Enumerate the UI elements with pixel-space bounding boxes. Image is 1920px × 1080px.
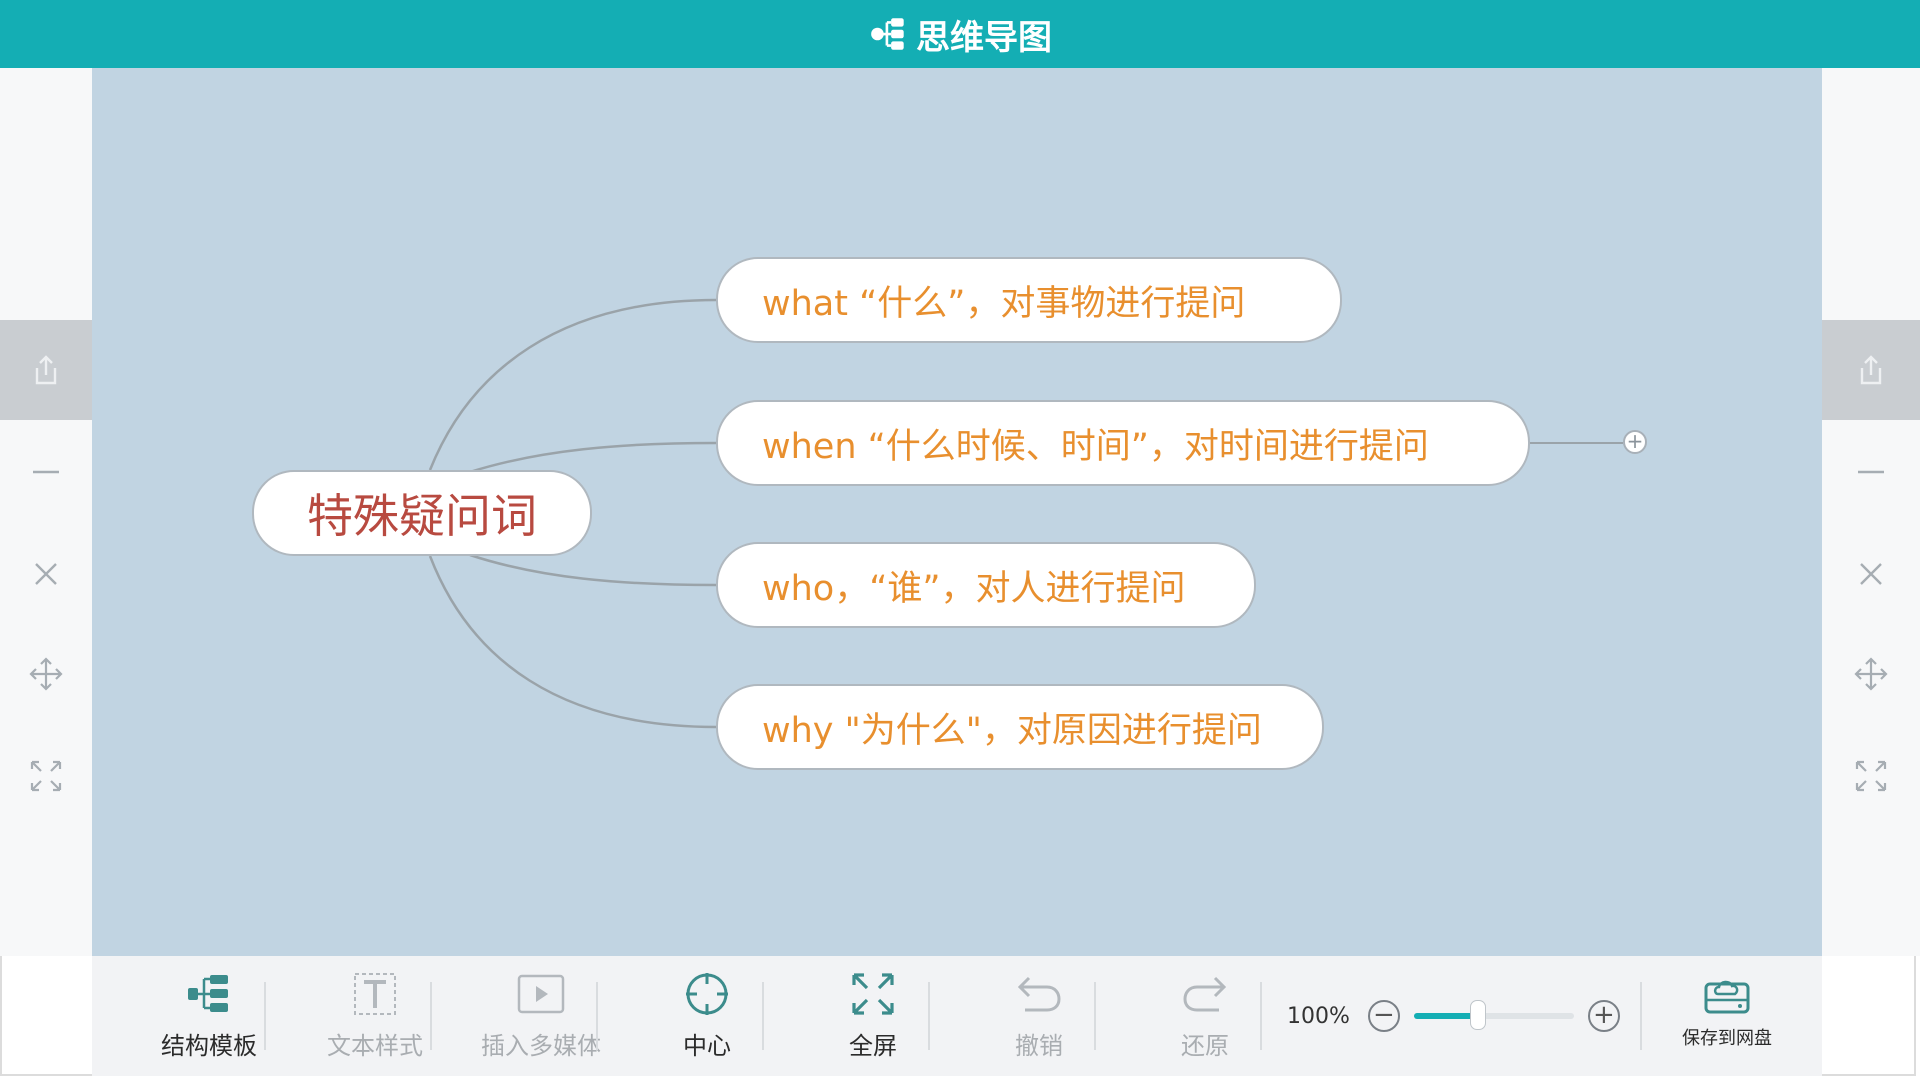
fit-icon bbox=[30, 760, 62, 792]
zoom-out-button[interactable]: − bbox=[1367, 1000, 1400, 1032]
fullscreen-icon bbox=[852, 973, 894, 1015]
minus-icon bbox=[33, 470, 59, 474]
left-minus-button[interactable] bbox=[0, 452, 92, 492]
structure-template-button[interactable]: 结构模板 bbox=[144, 968, 274, 1068]
left-side-panel bbox=[0, 68, 92, 956]
zoom-slider-handle[interactable] bbox=[1469, 1000, 1486, 1030]
text-style-label: 文本样式 bbox=[327, 1032, 423, 1060]
right-close-button[interactable] bbox=[1822, 554, 1920, 594]
structure-template-label: 结构模板 bbox=[161, 1032, 257, 1060]
toolbar-divider bbox=[1260, 982, 1262, 1050]
center-button[interactable]: 中心 bbox=[642, 968, 772, 1068]
move-icon bbox=[29, 657, 63, 691]
fit-icon bbox=[1855, 760, 1887, 792]
structure-template-icon bbox=[188, 975, 228, 1012]
redo-icon bbox=[1183, 976, 1227, 1012]
left-fit-button[interactable] bbox=[0, 756, 92, 796]
share-icon bbox=[35, 355, 57, 385]
title-bar: 思维导图 bbox=[0, 0, 1920, 68]
app-title: 思维导图 bbox=[916, 17, 1052, 58]
insert-media-label: 插入多媒体 bbox=[481, 1032, 601, 1060]
share-icon bbox=[1860, 355, 1882, 385]
child-node-who[interactable]: who，“谁”，对人进行提问 bbox=[716, 542, 1256, 628]
right-share-button[interactable] bbox=[1822, 320, 1920, 420]
toolbar-divider bbox=[928, 982, 930, 1050]
left-move-button[interactable] bbox=[0, 654, 92, 694]
toolbar-divider bbox=[596, 982, 598, 1050]
cloud-drive-icon bbox=[1704, 980, 1750, 1014]
right-move-button[interactable] bbox=[1822, 654, 1920, 694]
child-node-when[interactable]: when “什么时候、时间”，对时间进行提问 bbox=[716, 400, 1530, 486]
right-minus-button[interactable] bbox=[1822, 452, 1920, 492]
close-icon bbox=[35, 563, 57, 585]
expand-node-button[interactable]: + bbox=[1623, 430, 1647, 454]
play-media-icon bbox=[517, 974, 565, 1014]
zoom-control: 100% − + bbox=[1287, 992, 1620, 1040]
toolbar-divider bbox=[1094, 982, 1096, 1050]
child-node-what[interactable]: what “什么”，对事物进行提问 bbox=[716, 257, 1342, 343]
left-share-button[interactable] bbox=[0, 320, 92, 420]
zoom-in-button[interactable]: + bbox=[1587, 1000, 1620, 1032]
undo-button[interactable]: 撤销 bbox=[974, 968, 1104, 1068]
toolbar-divider bbox=[430, 982, 432, 1050]
fullscreen-label: 全屏 bbox=[849, 1032, 897, 1060]
minus-icon: − bbox=[1373, 1000, 1395, 1030]
undo-icon bbox=[1017, 976, 1061, 1012]
zoom-slider[interactable] bbox=[1413, 1000, 1574, 1030]
zoom-slider-fill bbox=[1413, 1013, 1478, 1019]
toolbar-divider bbox=[1640, 982, 1642, 1050]
move-icon bbox=[1854, 657, 1888, 691]
mindmap-logo-icon bbox=[871, 18, 904, 50]
toolbar-divider bbox=[264, 982, 266, 1050]
insert-media-button[interactable]: 插入多媒体 bbox=[476, 968, 606, 1068]
crosshair-icon bbox=[686, 973, 728, 1015]
right-fit-button[interactable] bbox=[1822, 756, 1920, 796]
text-style-button[interactable]: 文本样式 bbox=[310, 968, 440, 1068]
child-node-why[interactable]: why "为什么"，对原因进行提问 bbox=[716, 684, 1324, 770]
right-side-panel bbox=[1822, 68, 1920, 956]
save-to-drive-label: 保存到网盘 bbox=[1682, 1028, 1772, 1049]
root-node[interactable]: 特殊疑问词 bbox=[252, 470, 592, 556]
save-to-drive-button[interactable]: 保存到网盘 bbox=[1662, 970, 1792, 1050]
zoom-percentage: 100% bbox=[1287, 1003, 1350, 1029]
plus-icon: + bbox=[1626, 429, 1644, 453]
undo-label: 撤销 bbox=[1015, 1032, 1063, 1060]
left-close-button[interactable] bbox=[0, 554, 92, 594]
redo-label: 还原 bbox=[1181, 1032, 1229, 1060]
fullscreen-button[interactable]: 全屏 bbox=[808, 968, 938, 1068]
toolbar-divider bbox=[762, 982, 764, 1050]
redo-button[interactable]: 还原 bbox=[1140, 968, 1270, 1068]
minus-icon bbox=[1858, 470, 1884, 474]
center-label: 中心 bbox=[683, 1032, 731, 1060]
close-icon bbox=[1860, 563, 1882, 585]
bottom-toolbar: 结构模板 文本样式 插入多媒体 中心 全屏 撤销 还原 100% − + 保存到… bbox=[92, 956, 1822, 1076]
text-style-icon bbox=[354, 973, 396, 1015]
plus-icon: + bbox=[1593, 1000, 1615, 1030]
